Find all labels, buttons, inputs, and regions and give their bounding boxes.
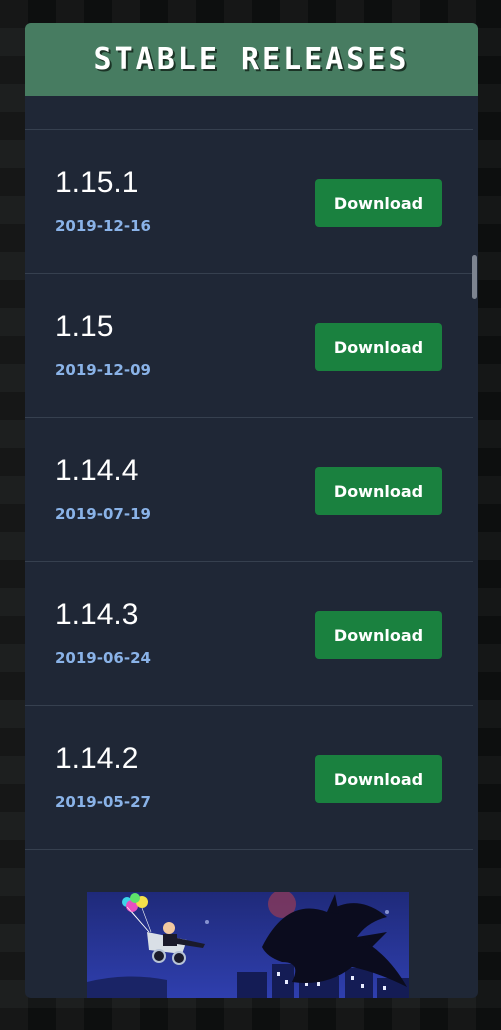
download-button[interactable]: Download <box>315 611 442 659</box>
download-button[interactable]: Download <box>315 323 442 371</box>
stable-releases-panel: Stable Releases 1.15.1 2019-12-16 Downlo… <box>25 23 478 998</box>
release-version: 1.14.4 <box>55 454 139 487</box>
release-version: 1.14.2 <box>55 742 139 775</box>
scrollbar-thumb[interactable] <box>472 255 477 299</box>
download-button[interactable]: Download <box>315 467 442 515</box>
panel-header: Stable Releases <box>25 23 478 96</box>
release-version: 1.15 <box>55 310 114 343</box>
release-date: 2019-06-24 <box>55 649 151 667</box>
panel-title: Stable Releases <box>93 42 410 77</box>
release-item: 1.14.2 2019-05-27 Download <box>25 705 473 850</box>
download-button[interactable]: Download <box>315 755 442 803</box>
promo-banner-image[interactable] <box>87 892 409 998</box>
release-version: 1.14.3 <box>55 598 139 631</box>
release-item: 1.15 2019-12-09 Download <box>25 273 473 417</box>
download-button[interactable]: Download <box>315 179 442 227</box>
release-item: 1.15.1 2019-12-16 Download <box>25 129 473 273</box>
release-date: 2019-12-16 <box>55 217 151 235</box>
release-item: 1.14.3 2019-06-24 Download <box>25 561 473 705</box>
release-version: 1.15.1 <box>55 166 139 199</box>
release-date: 2019-05-27 <box>55 793 151 811</box>
release-item: 1.14.4 2019-07-19 Download <box>25 417 473 561</box>
release-date: 2019-12-09 <box>55 361 151 379</box>
release-list: 1.15.1 2019-12-16 Download 1.15 2019-12-… <box>25 129 473 850</box>
promo-illustration <box>87 892 409 998</box>
release-date: 2019-07-19 <box>55 505 151 523</box>
